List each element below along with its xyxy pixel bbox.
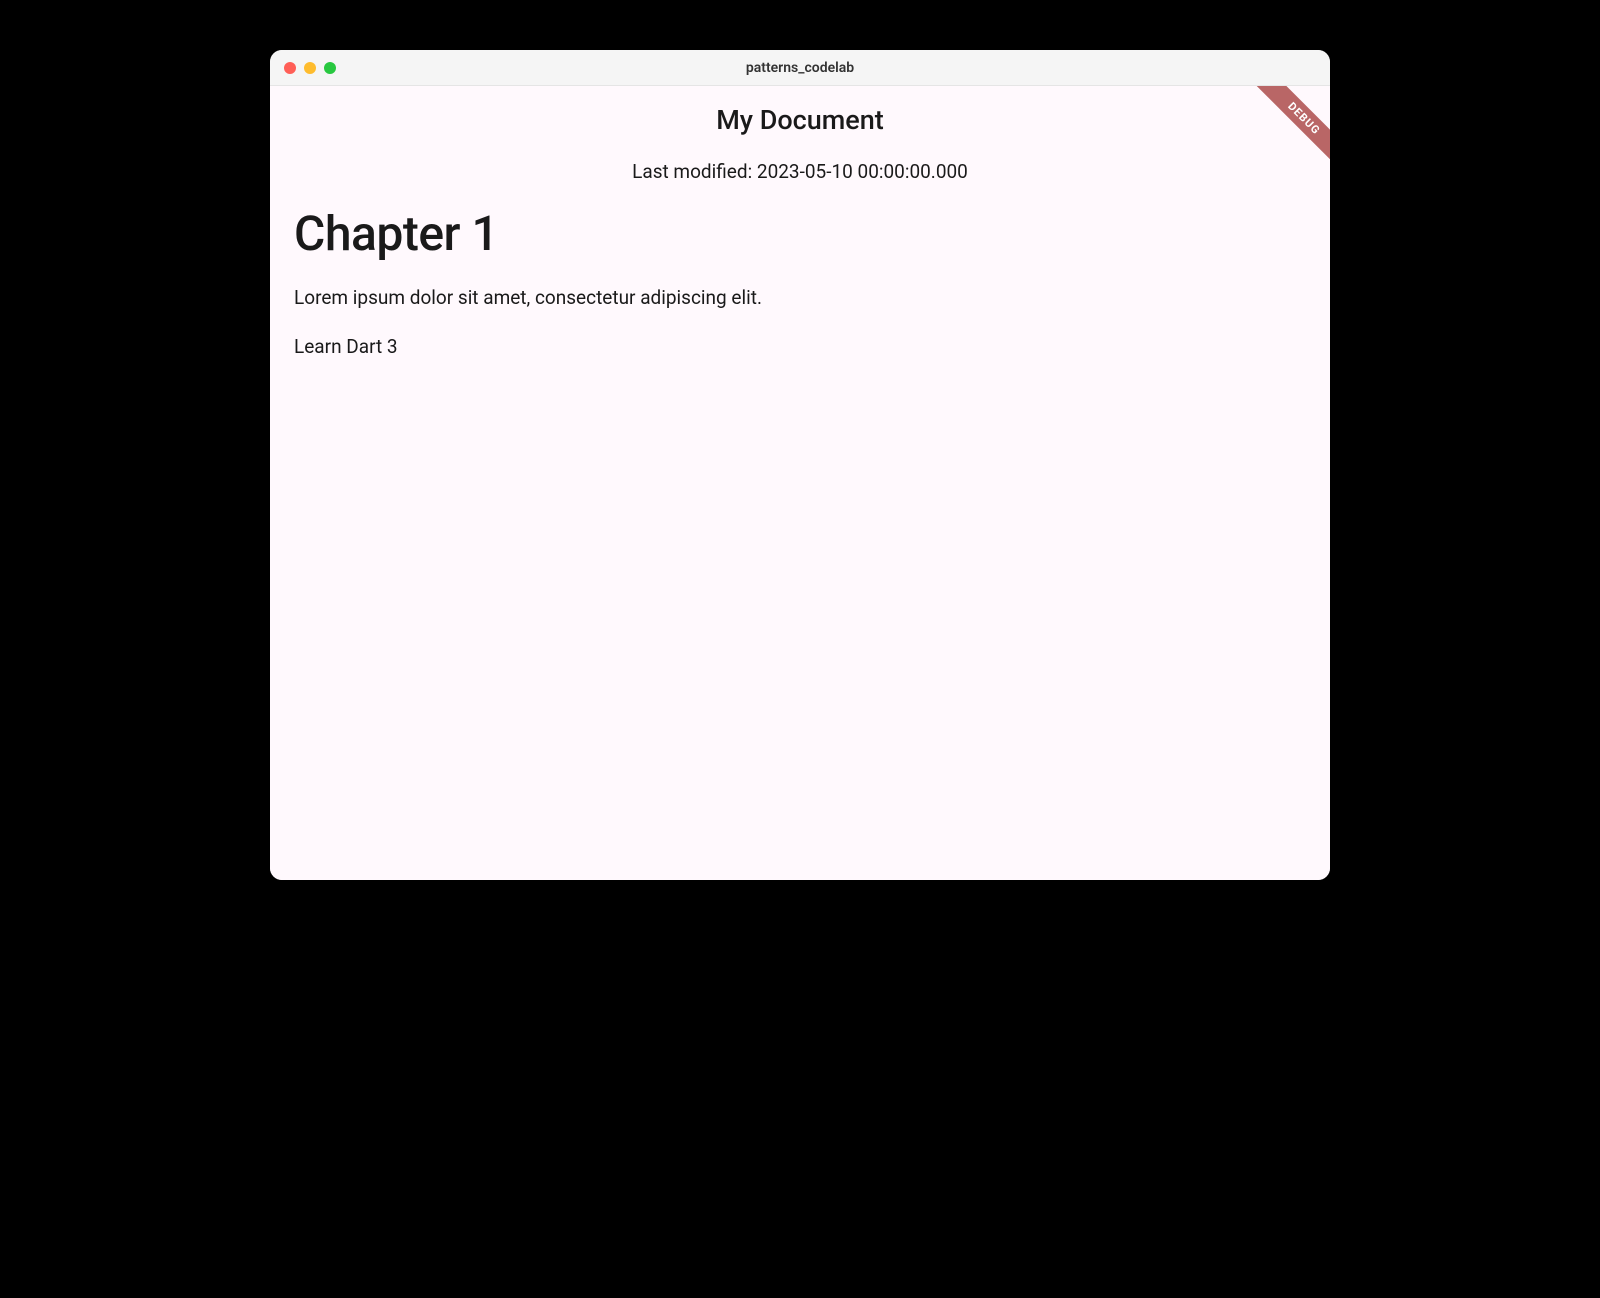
list-item: Learn Dart 3 xyxy=(294,335,1306,358)
app-window: patterns_codelab DEBUG My Document Last … xyxy=(270,50,1330,880)
document-header: My Document Last modified: 2023-05-10 00… xyxy=(270,86,1330,183)
minimize-button[interactable] xyxy=(304,62,316,74)
title-bar: patterns_codelab xyxy=(270,50,1330,86)
last-modified-text: Last modified: 2023-05-10 00:00:00.000 xyxy=(270,160,1330,183)
app-content: DEBUG My Document Last modified: 2023-05… xyxy=(270,86,1330,880)
window-title: patterns_codelab xyxy=(746,60,854,76)
paragraph-text: Lorem ipsum dolor sit amet, consectetur … xyxy=(294,286,1306,309)
chapter-heading: Chapter 1 xyxy=(294,205,1306,262)
close-button[interactable] xyxy=(284,62,296,74)
maximize-button[interactable] xyxy=(324,62,336,74)
document-body: Chapter 1 Lorem ipsum dolor sit amet, co… xyxy=(270,183,1330,358)
document-title: My Document xyxy=(270,104,1330,136)
traffic-lights xyxy=(270,62,336,74)
